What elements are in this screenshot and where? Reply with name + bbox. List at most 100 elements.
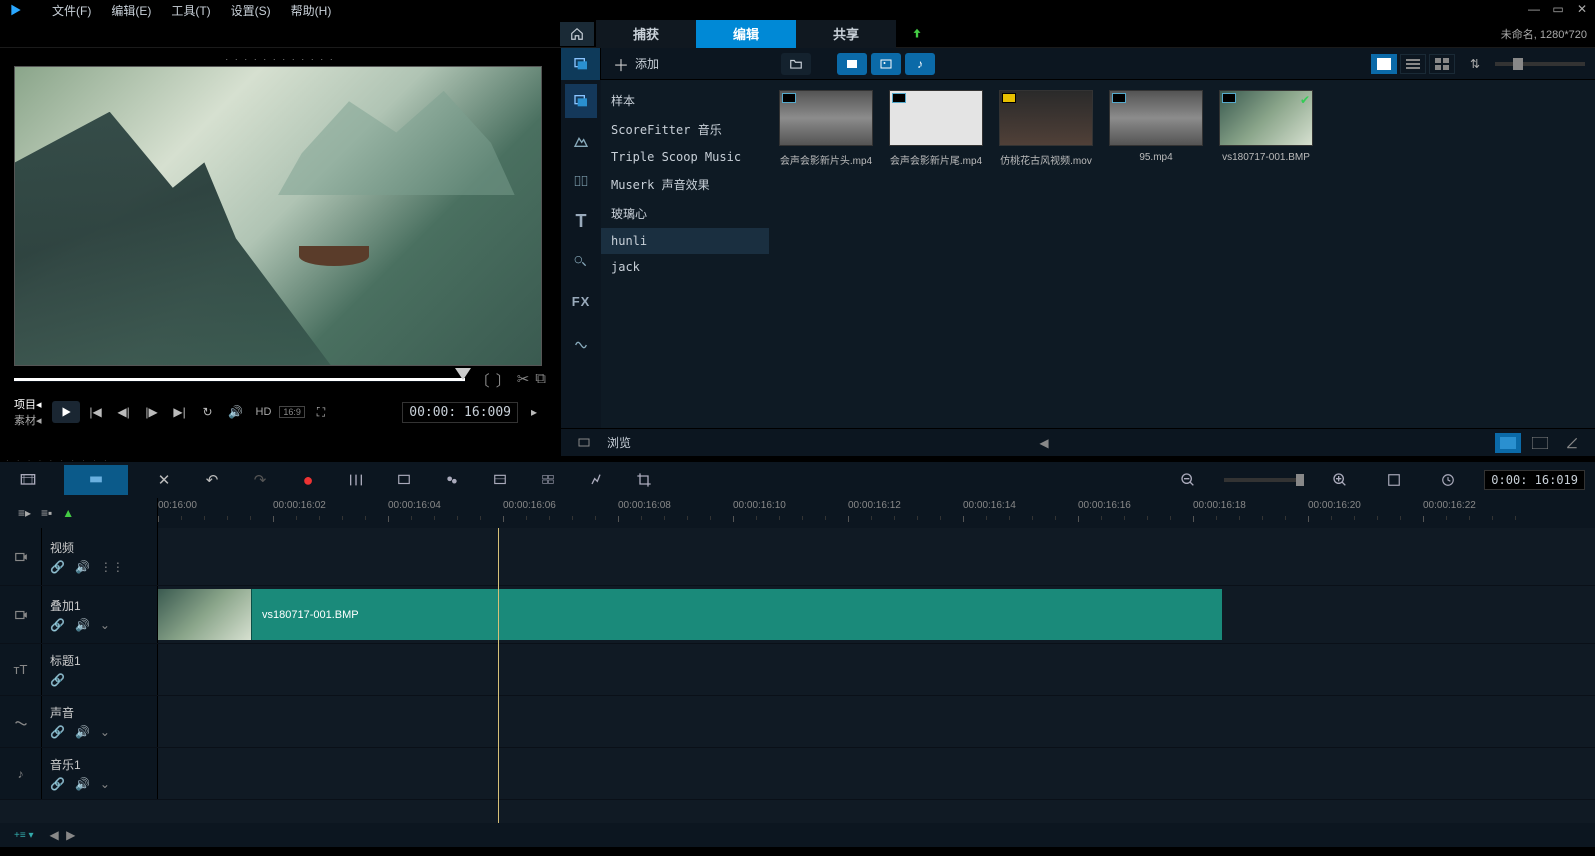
- scroll-left-icon[interactable]: ◀: [49, 828, 58, 842]
- track-body-video[interactable]: [158, 528, 1595, 585]
- collapse-panel-icon[interactable]: ◀: [1031, 433, 1057, 453]
- volume-icon[interactable]: 🔊: [224, 401, 248, 423]
- view-list-icon[interactable]: [1400, 54, 1426, 74]
- filter-video-icon[interactable]: [837, 53, 867, 75]
- menu-edit[interactable]: 编辑(E): [101, 2, 161, 19]
- preview-viewport[interactable]: [14, 66, 542, 366]
- go-end-icon[interactable]: ▶|: [168, 401, 192, 423]
- loop-icon[interactable]: ↻: [196, 401, 220, 423]
- folder-item[interactable]: hunli: [601, 228, 769, 254]
- side-title-icon[interactable]: T: [565, 204, 597, 238]
- playhead[interactable]: [498, 528, 499, 823]
- crop-icon[interactable]: [626, 465, 662, 495]
- subtitle-icon[interactable]: [434, 465, 470, 495]
- hd-label[interactable]: HD: [256, 406, 272, 418]
- track-mute-icon[interactable]: 🔊: [75, 560, 90, 574]
- menu-tools[interactable]: 工具(T): [161, 2, 220, 19]
- mark-in-icon[interactable]: 〔: [475, 370, 490, 391]
- track-icon-video[interactable]: [0, 528, 42, 585]
- multicam-icon[interactable]: [530, 465, 566, 495]
- filter-photo-icon[interactable]: [871, 53, 901, 75]
- prev-frame-icon[interactable]: ◀|: [112, 401, 136, 423]
- view-grid-icon[interactable]: [1429, 54, 1455, 74]
- folder-item[interactable]: 玻璃心: [601, 199, 769, 228]
- aspect-ratio[interactable]: 16:9: [279, 406, 305, 418]
- tab-share[interactable]: 共享: [796, 20, 896, 48]
- layout-toggle-1-icon[interactable]: [1495, 433, 1521, 453]
- window-minimize-icon[interactable]: —: [1527, 2, 1541, 16]
- layout-settings-icon[interactable]: [1559, 433, 1585, 453]
- folder-item[interactable]: Muserk 声音效果: [601, 170, 769, 199]
- fit-project-icon[interactable]: [1376, 465, 1412, 495]
- thumbnail-size-slider[interactable]: [1495, 62, 1585, 66]
- track-mute-icon[interactable]: 🔊: [75, 618, 90, 632]
- menu-settings[interactable]: 设置(S): [221, 2, 281, 19]
- media-thumb[interactable]: 95.mp4: [1107, 90, 1205, 167]
- track-marker-icon[interactable]: ▲: [62, 506, 74, 520]
- storyboard-view-icon[interactable]: [10, 465, 46, 495]
- side-media-icon[interactable]: [565, 84, 597, 118]
- track-body-title[interactable]: [158, 644, 1595, 695]
- track-body-overlay[interactable]: vs180717-001.BMP: [158, 586, 1595, 643]
- upload-icon[interactable]: [902, 22, 932, 46]
- media-thumb[interactable]: 会声会影新片尾.mp4: [887, 90, 985, 167]
- timeline-timecode[interactable]: 0:00: 16:019: [1484, 470, 1585, 490]
- browse-icon[interactable]: [571, 433, 597, 453]
- home-button[interactable]: [560, 22, 594, 46]
- next-frame-icon[interactable]: |▶: [140, 401, 164, 423]
- preview-scrubber[interactable]: [14, 378, 465, 382]
- tools-icon[interactable]: ✕: [146, 465, 182, 495]
- mark-out-icon[interactable]: 〕: [496, 370, 511, 391]
- timeline-ruler[interactable]: 00:16:0000:00:16:0200:00:16:0400:00:16:0…: [158, 498, 1595, 528]
- menu-help[interactable]: 帮助(H): [281, 2, 342, 19]
- side-path-icon[interactable]: [565, 324, 597, 358]
- track-link-icon[interactable]: 🔗: [50, 777, 65, 791]
- filter-audio-icon[interactable]: ♪: [905, 53, 935, 75]
- track-mute-icon[interactable]: 🔊: [75, 725, 90, 739]
- track-option-sel-icon[interactable]: ≡▪: [41, 506, 52, 520]
- track-expand-icon[interactable]: ⌄: [100, 725, 110, 739]
- view-thumbnails-icon[interactable]: [1371, 54, 1397, 74]
- window-restore-icon[interactable]: ▭: [1551, 2, 1565, 16]
- timeline-view-icon[interactable]: [64, 465, 128, 495]
- zoom-out-icon[interactable]: [1170, 465, 1206, 495]
- mode-project[interactable]: 项目◂: [14, 396, 42, 412]
- play-button[interactable]: [52, 401, 80, 423]
- track-link-icon[interactable]: 🔗: [50, 618, 65, 632]
- record-icon[interactable]: ●: [290, 465, 326, 495]
- timecode-step-icon[interactable]: ▸: [522, 401, 546, 423]
- menu-file[interactable]: 文件(F): [42, 2, 101, 19]
- track-body-music[interactable]: [158, 748, 1595, 799]
- side-graphics-icon[interactable]: [565, 244, 597, 278]
- track-option-all-icon[interactable]: ≡▸: [18, 506, 31, 520]
- track-icon-title[interactable]: ᴛT: [0, 644, 42, 695]
- undo-icon[interactable]: ↶: [194, 465, 230, 495]
- media-library-tab-icon[interactable]: [561, 48, 601, 80]
- track-more-icon[interactable]: ⋮⋮: [100, 560, 124, 574]
- snapshot-icon[interactable]: ⧉: [535, 370, 546, 391]
- zoom-slider[interactable]: [1224, 478, 1304, 482]
- track-link-icon[interactable]: 🔗: [50, 725, 65, 739]
- mixer-icon[interactable]: [338, 465, 374, 495]
- mode-clip[interactable]: 素材◂: [14, 412, 42, 428]
- media-thumb[interactable]: 仿桃花古风视频.mov: [997, 90, 1095, 167]
- window-close-icon[interactable]: ✕: [1575, 2, 1589, 16]
- track-icon-overlay[interactable]: [0, 586, 42, 643]
- folder-item[interactable]: jack: [601, 254, 769, 280]
- chapter-icon[interactable]: [386, 465, 422, 495]
- track-icon-music[interactable]: ♪: [0, 748, 42, 799]
- sort-button-icon[interactable]: ⇅: [1470, 57, 1480, 71]
- project-duration-icon[interactable]: [1430, 465, 1466, 495]
- add-track-button[interactable]: +≡ ▾: [14, 830, 33, 841]
- scroll-right-icon[interactable]: ▶: [66, 828, 75, 842]
- media-thumb[interactable]: 会声会影新片头.mp4: [777, 90, 875, 167]
- layout-toggle-2-icon[interactable]: [1527, 433, 1553, 453]
- motion-track-icon[interactable]: [578, 465, 614, 495]
- tab-capture[interactable]: 捕获: [596, 20, 696, 48]
- side-filter-fx-icon[interactable]: FX: [565, 284, 597, 318]
- folder-item[interactable]: 样本: [601, 86, 769, 115]
- redo-icon[interactable]: ↷: [242, 465, 278, 495]
- timeline-clip[interactable]: vs180717-001.BMP: [158, 589, 1222, 640]
- folder-item[interactable]: ScoreFitter 音乐: [601, 115, 769, 144]
- track-options-icon[interactable]: [482, 465, 518, 495]
